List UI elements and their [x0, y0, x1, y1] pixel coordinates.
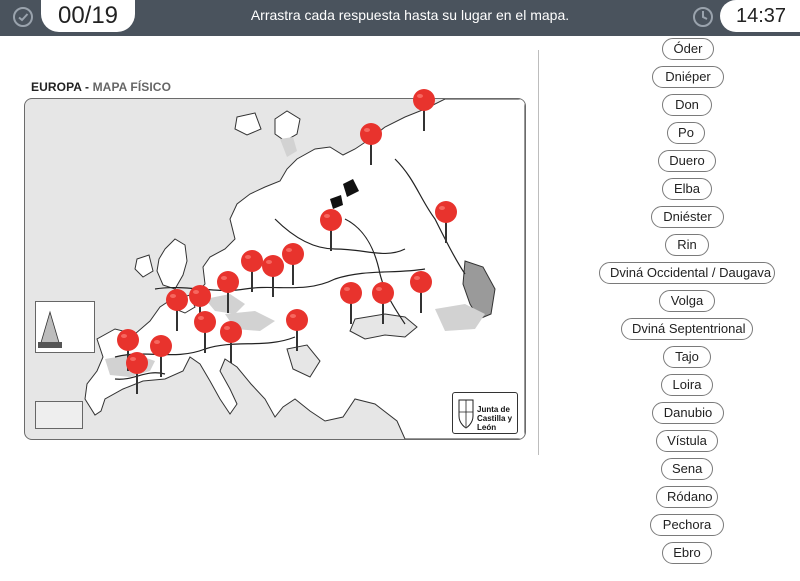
- answer-chip[interactable]: Loira: [661, 374, 713, 396]
- answer-chip[interactable]: Don: [662, 94, 712, 116]
- logo-line1: Junta de: [477, 405, 510, 414]
- map-pin[interactable]: [284, 308, 310, 352]
- clock-icon: [693, 7, 713, 27]
- map-title: EUROPA - MAPA FÍSICO: [31, 80, 171, 94]
- answer-chip[interactable]: Rin: [665, 234, 709, 256]
- map-pin-icon: [286, 309, 308, 351]
- top-bar: 00/19 Arrastra cada respuesta hasta su l…: [0, 0, 800, 36]
- panel-divider: [538, 50, 539, 455]
- map-pin[interactable]: [338, 281, 364, 325]
- map-title-separator: -: [81, 80, 93, 94]
- map-pin[interactable]: [124, 351, 150, 395]
- map-pin[interactable]: [192, 310, 218, 354]
- map-pin-icon: [166, 289, 188, 331]
- canary-islands-inset: [35, 401, 83, 429]
- map-pin[interactable]: [148, 334, 174, 378]
- map-pin[interactable]: [218, 320, 244, 364]
- answer-chip[interactable]: Óder: [662, 38, 714, 60]
- map-pin-icon: [220, 321, 242, 363]
- answer-chip[interactable]: Danubio: [652, 402, 724, 424]
- map-pin-icon: [150, 335, 172, 377]
- timer: 14:37: [720, 0, 800, 32]
- answer-chip[interactable]: Elba: [662, 178, 712, 200]
- map-pin[interactable]: [239, 249, 265, 293]
- answer-chip[interactable]: Dniéper: [652, 66, 724, 88]
- map-subtitle: MAPA FÍSICO: [92, 80, 172, 94]
- map-pin-icon: [340, 282, 362, 324]
- map-title-main: EUROPA: [31, 80, 82, 94]
- map-pin-icon: [360, 123, 382, 165]
- answer-chip[interactable]: Ebro: [662, 542, 712, 564]
- answer-chip[interactable]: Po: [667, 122, 705, 144]
- score-counter: 00/19: [41, 0, 135, 32]
- elevation-legend-graphic: [38, 310, 62, 348]
- map-pin-icon: [241, 250, 263, 292]
- map-pin-icon: [126, 352, 148, 394]
- answer-chip[interactable]: Volga: [659, 290, 715, 312]
- answer-chip[interactable]: Dviná Occidental / Daugava: [599, 262, 775, 284]
- answer-chip[interactable]: Pechora: [650, 514, 724, 536]
- map-pin[interactable]: [164, 288, 190, 332]
- map-pin[interactable]: [358, 122, 384, 166]
- check-circle-icon: [13, 7, 33, 27]
- answer-chip[interactable]: Vístula: [656, 430, 718, 452]
- map-pin-icon: [413, 89, 435, 131]
- map-pin[interactable]: [408, 270, 434, 314]
- shield-icon: [458, 399, 474, 429]
- answer-chip[interactable]: Dniéster: [651, 206, 724, 228]
- answer-chip[interactable]: Sena: [661, 458, 713, 480]
- answer-chip[interactable]: Ródano: [656, 486, 718, 508]
- map-pin[interactable]: [215, 270, 241, 314]
- map-pin-icon: [194, 311, 216, 353]
- map-pin[interactable]: [370, 281, 396, 325]
- map-pin-icon: [372, 282, 394, 324]
- junta-castilla-leon-logo: Junta de Castilla y León: [452, 392, 518, 434]
- instruction-text: Arrastra cada respuesta hasta su lugar e…: [250, 7, 570, 23]
- map-pin-icon: [217, 271, 239, 313]
- map-pin[interactable]: [411, 88, 437, 132]
- map-pin[interactable]: [318, 208, 344, 252]
- answer-chip[interactable]: Tajo: [663, 346, 711, 368]
- elevation-legend: [35, 301, 95, 353]
- logo-line2: Castilla y León: [477, 414, 513, 432]
- map-pin-icon: [320, 209, 342, 251]
- answer-chip[interactable]: Duero: [658, 150, 716, 172]
- map-pin[interactable]: [433, 200, 459, 244]
- answer-chip[interactable]: Dviná Septentrional: [621, 318, 753, 340]
- map-pin-icon: [410, 271, 432, 313]
- map-pin-icon: [435, 201, 457, 243]
